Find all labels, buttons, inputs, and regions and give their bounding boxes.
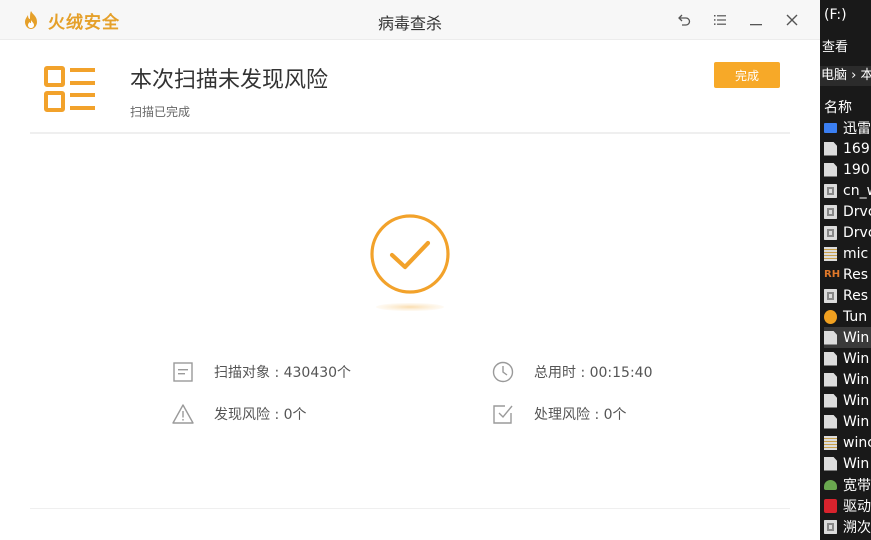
explorer-file-name: Win [843,371,870,388]
file-icon [824,414,837,429]
explorer-drive-title: (F:) [824,7,847,23]
explorer-file-row[interactable]: Win [824,327,871,348]
file-icon [824,351,837,366]
clock-icon [492,361,514,383]
explorer-file-row[interactable]: Win [824,369,871,390]
stat-risks-found: 发现风险 : 0个 [172,403,307,425]
header-divider [30,132,790,134]
explorer-file-row[interactable]: 驱动 [824,495,871,516]
back-button[interactable] [674,10,694,30]
explorer-file-name: Win [843,350,870,367]
disc-image-icon [824,204,837,219]
explorer-file-name: Win [843,329,870,346]
explorer-file-name: 溯次 [843,519,871,536]
title-bar[interactable]: 火绒安全 病毒查杀 [0,0,820,40]
explorer-file-row[interactable]: 迅雷 [824,117,871,138]
explorer-file-row[interactable]: cn_w [824,180,871,201]
explorer-file-row[interactable]: Win [824,453,871,474]
explorer-file-name: Drvc [843,203,871,220]
driver-app-icon [824,498,837,513]
menu-button[interactable] [710,10,730,30]
disc-image-icon [824,183,837,198]
explorer-file-name: 迅雷 [843,120,871,137]
explorer-file-name: Res [843,266,869,283]
explorer-file-row[interactable]: Tun [824,306,871,327]
stat-risks-handled: 处理风险 : 0个 [492,403,627,425]
explorer-file-name: Drvc [843,224,871,241]
report-list-icon [44,66,95,112]
explorer-file-row[interactable]: mic [824,243,871,264]
explorer-file-row[interactable]: Win [824,390,871,411]
file-icon [824,372,837,387]
file-icon [824,330,837,345]
disc-image-icon [824,519,837,534]
explorer-file-row[interactable]: 溯次 [824,516,871,537]
disc-image-icon [824,288,837,303]
explorer-file-name: 驱动 [843,498,871,515]
explorer-file-name: Tun [843,308,868,325]
minimize-icon [750,24,762,26]
done-button[interactable]: 完成 [714,62,780,88]
minimize-button[interactable] [746,10,766,30]
archive-icon [824,246,837,261]
archive-icon [824,435,837,450]
stat-text: 扫描对象 : 430430个 [214,365,352,381]
stat-text: 处理风险 : 0个 [534,407,627,423]
explorer-file-row[interactable]: Res [824,285,871,306]
file-explorer-window: (F:) 查看 电脑 › 本 名称 迅雷 169 190 cn_w Drvc Drvc mi… [820,0,871,540]
folder-icon [824,122,837,133]
explorer-file-name: 190 [843,161,870,178]
explorer-name-column[interactable]: 名称 [824,97,852,117]
explorer-view-tab[interactable]: 查看 [822,36,848,55]
stat-scanned-objects: 扫描对象 : 430430个 [172,361,351,383]
back-arrow-icon [678,14,691,26]
explorer-file-list: 迅雷169190cn_wDrvcDrvcmicRHResResTunWinWin… [824,117,871,537]
explorer-file-row[interactable]: Drvc [824,222,871,243]
close-button[interactable] [782,10,802,30]
virus-scan-window: 火绒安全 病毒查杀 本次扫描未发现风险 扫描已完成 完成 扫描对象: 4304… [0,0,820,540]
stat-text: 总用时 : 00:15:40 [534,365,653,381]
warning-icon [172,404,194,424]
network-icon [824,479,837,490]
explorer-file-row[interactable]: winc [824,432,871,453]
window-title: 病毒查杀 [377,14,442,33]
close-icon [786,14,798,26]
explorer-file-name: 169 [843,140,870,157]
explorer-file-row[interactable]: Win [824,411,871,432]
app-icon [824,309,837,324]
explorer-file-name: winc [843,434,871,451]
explorer-file-name: Win [843,413,870,430]
check-circle-icon [370,214,450,311]
explorer-address-bar[interactable]: 电脑 › 本 [820,66,871,86]
menu-icon [714,15,726,25]
check-square-icon [493,405,513,424]
stat-total-time: 总用时 : 00:15:40 [492,361,653,383]
explorer-file-name: mic [843,245,869,262]
result-title: 本次扫描未发现风险 [130,68,329,93]
explorer-file-row[interactable]: 宽带 [824,474,871,495]
disc-image-icon [824,225,837,240]
file-icon [824,456,837,471]
footer-divider [30,508,790,509]
explorer-file-row[interactable]: Drvc [824,201,871,222]
explorer-file-name: Res [843,287,869,304]
explorer-file-name: 宽带 [843,477,871,494]
explorer-file-name: Win [843,455,870,472]
explorer-file-name: Win [843,392,870,409]
file-icon [824,162,837,177]
file-icon [824,141,837,156]
stat-text: 发现风险 : 0个 [214,407,307,423]
resource-hacker-icon: RH [824,268,841,280]
document-icon [173,362,193,382]
desktop: 火绒安全 病毒查杀 本次扫描未发现风险 扫描已完成 完成 扫描对象: 4304… [0,0,871,540]
explorer-file-row[interactable]: RH Res [824,264,871,285]
file-icon [824,393,837,408]
explorer-file-row[interactable]: Win [824,348,871,369]
result-subtitle: 扫描已完成 [130,105,191,119]
explorer-file-row[interactable]: 169 [824,138,871,159]
explorer-file-row[interactable]: 190 [824,159,871,180]
explorer-file-name: cn_w [843,182,871,199]
